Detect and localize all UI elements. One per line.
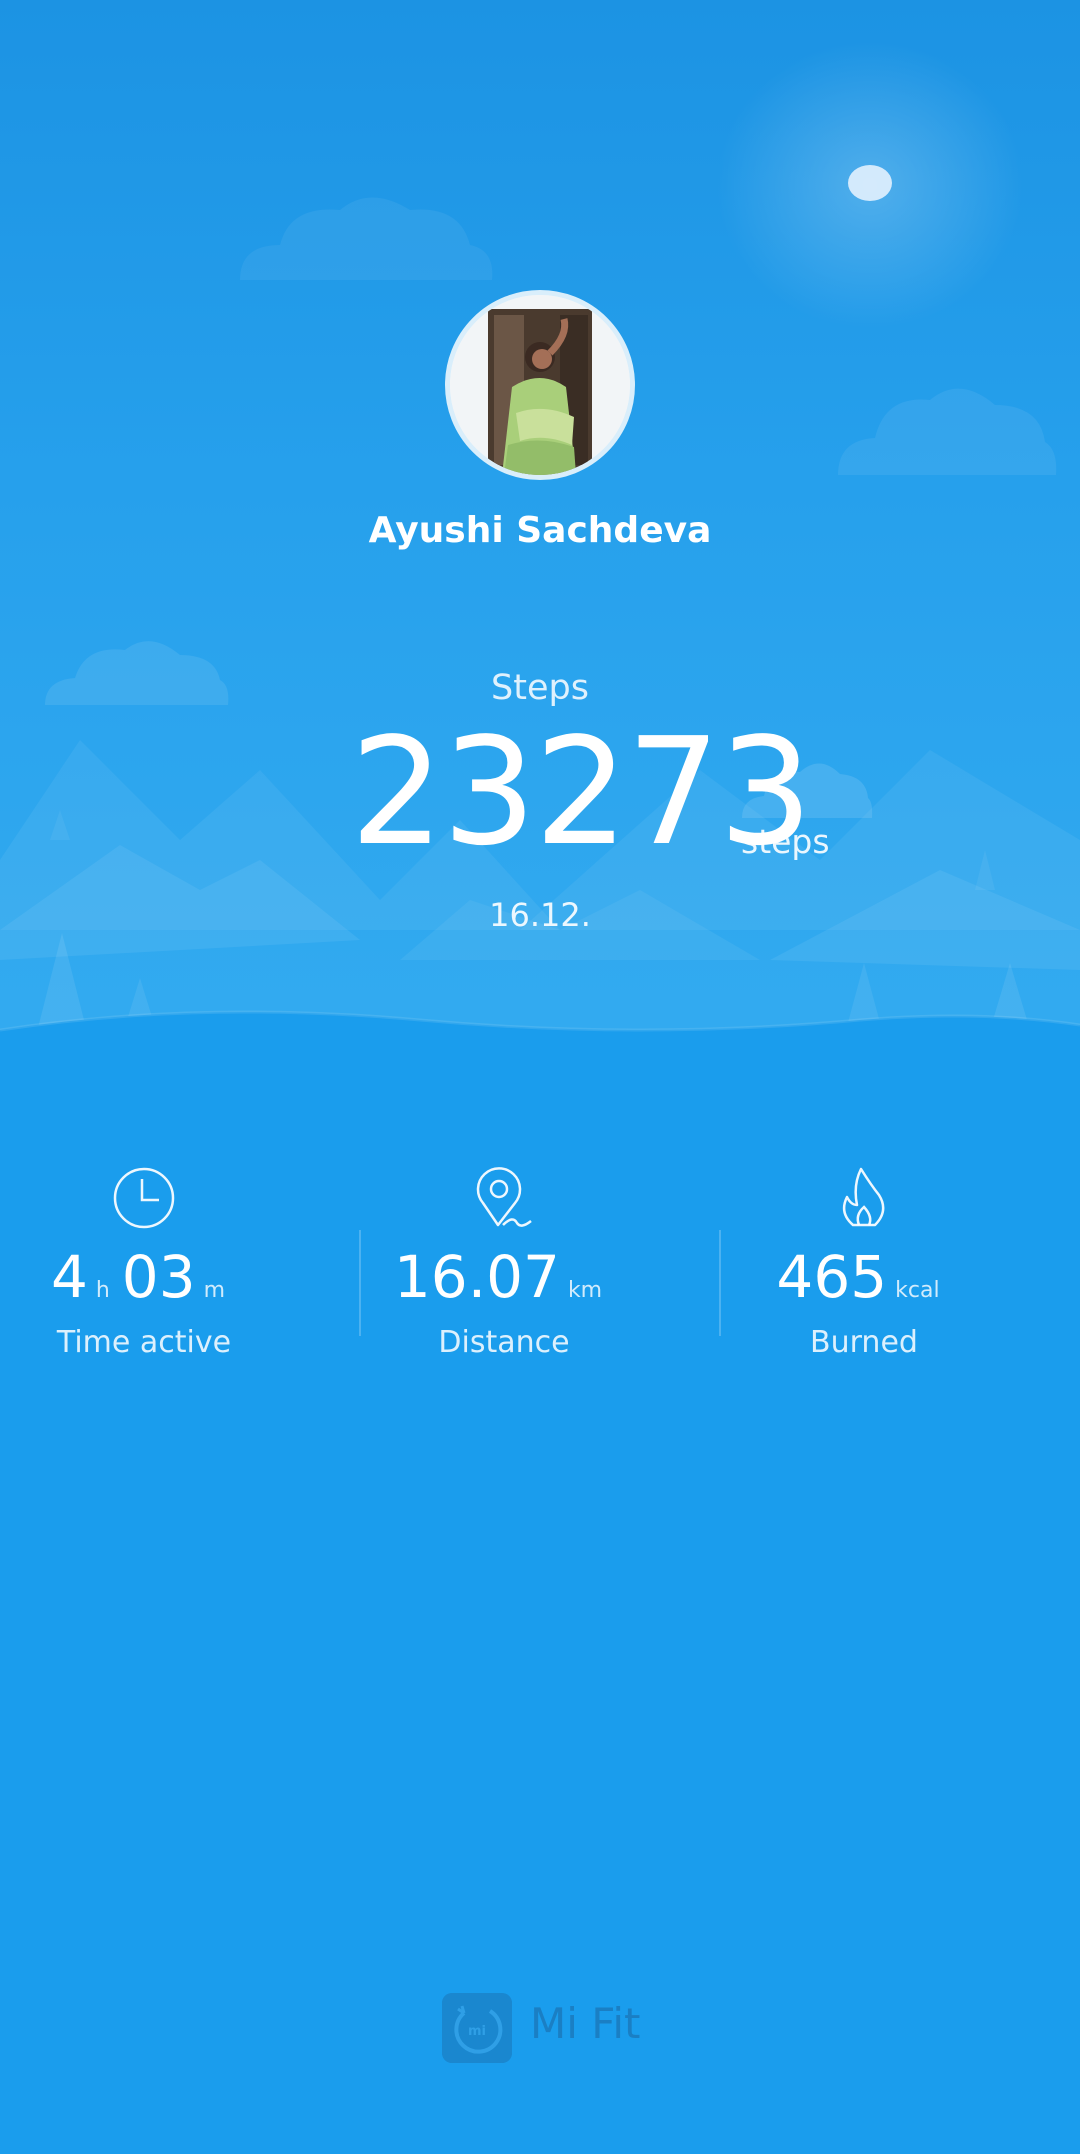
steps-label: Steps <box>491 668 589 708</box>
time-active-minutes: 03 <box>121 1243 196 1311</box>
avatar[interactable] <box>445 290 635 480</box>
time-active-minutes-unit: m <box>203 1278 226 1303</box>
distance-unit: km <box>567 1278 603 1303</box>
brand-name: Mi Fit <box>530 1999 641 2048</box>
distance-label: Distance <box>438 1325 570 1360</box>
burned-unit: kcal <box>895 1278 940 1303</box>
sun-icon <box>848 165 892 201</box>
svg-text:mi: mi <box>468 2024 486 2039</box>
user-name: Ayushi Sachdeva <box>368 510 712 551</box>
cloud-decoration <box>838 388 1057 475</box>
steps-date: 16.12. <box>489 896 591 934</box>
avatar-photo <box>450 295 630 475</box>
steps-unit: steps <box>741 822 830 861</box>
burned-label: Burned <box>810 1325 918 1360</box>
cloud-decoration <box>240 197 493 280</box>
location-pin-icon <box>476 1167 532 1227</box>
clock-icon <box>113 1167 175 1229</box>
time-active-hours-unit: h <box>95 1278 110 1303</box>
stat-burned: 465 kcal Burned <box>684 1165 1044 1385</box>
flame-icon <box>842 1167 885 1227</box>
time-active-hours: 4 <box>50 1243 88 1311</box>
time-active-label: Time active <box>56 1325 232 1360</box>
stat-distance: 16.07 km Distance <box>324 1165 684 1385</box>
distance-value: 16.07 <box>393 1243 560 1311</box>
share-card: Ayushi Sachdeva Steps 23273 steps 16.12.… <box>0 0 1080 2154</box>
stat-time-active: 4 h 03 m Time active <box>0 1165 324 1385</box>
mi-logo-icon: mi <box>442 1993 512 2063</box>
burned-value: 465 <box>776 1243 888 1311</box>
